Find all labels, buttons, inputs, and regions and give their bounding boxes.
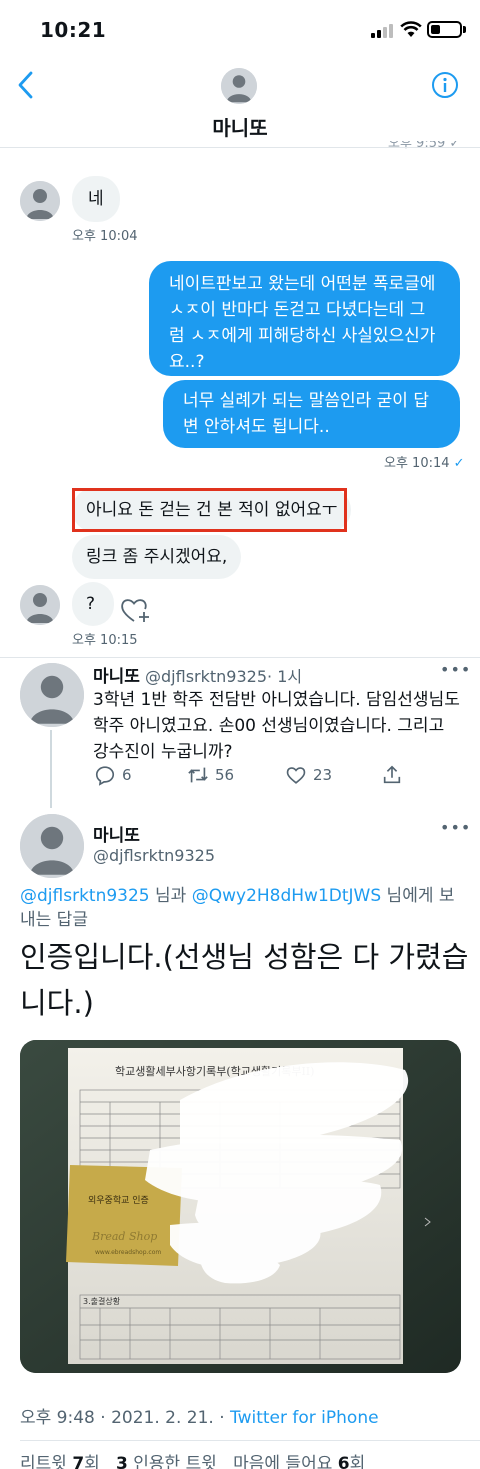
status-bar: 10:21 xyxy=(0,0,480,58)
message-bubble-incoming[interactable]: ? xyxy=(72,582,114,626)
quote-tweets-stat[interactable]: 3 인용한 트윗 xyxy=(116,1454,217,1469)
cellular-signal-icon xyxy=(371,24,395,38)
tweet-author-name[interactable]: 마니또 xyxy=(93,667,140,687)
doc-section-label: 3.출결상황 xyxy=(83,1296,121,1306)
conversation-title: 마니또 xyxy=(212,116,268,140)
message-bubble-outgoing[interactable]: 너무 실례가 되는 말씀인라 굳이 답변 안하셔도 됩니다.. xyxy=(163,380,460,448)
sticky-note-text: 외우중학교 인증 xyxy=(88,1194,149,1206)
add-reaction-icon[interactable] xyxy=(119,595,151,625)
retweets-stat[interactable]: 리트윗 7회 xyxy=(20,1454,100,1469)
retweet-count: 56 xyxy=(215,766,235,784)
highlight-annotation xyxy=(72,488,347,532)
more-options-icon[interactable]: ••• xyxy=(440,818,471,837)
tweet-timestamp: 오후 9:48 · 2021. 2. 21. · xyxy=(20,1408,231,1428)
message-timestamp: 오후 10:14 ✓ xyxy=(384,456,465,471)
battery-tip xyxy=(463,26,466,33)
sticky-note-url: www.ebreadshop.com xyxy=(95,1249,161,1256)
info-icon[interactable] xyxy=(431,71,459,99)
message-bubble-incoming[interactable]: 네 xyxy=(72,176,120,222)
wifi-icon xyxy=(400,21,422,37)
like-button[interactable]: 23 xyxy=(285,764,332,786)
footer-divider xyxy=(20,1440,480,1441)
tweet-header: 마니또 @djflsrktn9325· 1시 xyxy=(93,662,302,687)
reply-context: @djflsrktn9325 님과 @Qwy2H8dHw1DtJWS 님에게 보… xyxy=(20,884,460,932)
sender-avatar[interactable] xyxy=(20,181,60,221)
tweet-author-handle[interactable]: @djflsrktn9325 xyxy=(145,667,267,686)
battery-icon xyxy=(427,21,462,38)
tweet-meta: 오후 9:48 · 2021. 2. 21. · Twitter for iPh… xyxy=(20,1403,379,1428)
retweet-icon xyxy=(188,767,208,783)
reply-count: 6 xyxy=(122,766,132,784)
heart-icon xyxy=(286,767,306,784)
share-icon xyxy=(383,765,401,784)
header-avatar[interactable] xyxy=(221,68,257,104)
tweet-text: 3학년 1반 학주 전담반 아니였습니다. 담임선생님도 학주 아니였고요. 손… xyxy=(93,690,460,762)
tweet-author-name[interactable]: 마니또 xyxy=(93,821,140,846)
tweet-time: · 1시 xyxy=(267,667,303,686)
mention-link[interactable]: @djflsrktn9325 xyxy=(20,886,150,906)
message-timestamp: 오후 10:04 xyxy=(72,229,138,244)
retweet-button[interactable]: 56 xyxy=(187,764,234,786)
reply-button[interactable]: 6 xyxy=(94,764,132,786)
sticky-note-brand: Bread Shop xyxy=(91,1230,157,1243)
mention-link[interactable]: @Qwy2H8dHw1DtJWS xyxy=(192,886,381,906)
tweet-photo[interactable]: 학교생활세부사항기록부(학교생활기록부II) 3.출결상황 외우중학교 인증 B… xyxy=(20,1040,461,1373)
like-count: 23 xyxy=(313,766,333,784)
tweet-avatar[interactable] xyxy=(20,814,84,878)
message-bubble-incoming[interactable]: 링크 좀 주시겠어요, xyxy=(72,535,242,579)
sender-avatar[interactable] xyxy=(20,585,60,625)
message-bubble-outgoing[interactable]: 네이트판보고 왔는데 어떤분 폭로글에 ㅅㅈ이 반마다 돈걷고 다녔다는데 그럼… xyxy=(149,261,460,376)
share-button[interactable] xyxy=(381,764,409,786)
reply-context-text: 님과 xyxy=(149,886,192,906)
more-options-icon[interactable]: ••• xyxy=(440,660,471,679)
tweet-avatar[interactable] xyxy=(20,663,84,727)
header-divider xyxy=(0,147,480,148)
tweet-text: 인증입니다.(선생님 성함은 다 가렸습니다.) xyxy=(20,940,469,1020)
reply-icon xyxy=(95,766,115,786)
back-chevron-icon[interactable] xyxy=(14,70,38,100)
status-time: 10:21 xyxy=(40,18,107,42)
message-timestamp: 오후 10:15 xyxy=(72,633,138,648)
tweet-author-handle[interactable]: @djflsrktn9325 xyxy=(93,846,215,865)
tweet-source-link[interactable]: Twitter for iPhone xyxy=(230,1408,379,1428)
thread-line xyxy=(50,730,52,808)
likes-stat[interactable]: 마음에 들어요 6회 xyxy=(233,1454,365,1469)
tweet-stats: 리트윗 7회 3 인용한 트윗 마음에 들어요 6회 xyxy=(20,1449,365,1469)
photo-content: 학교생활세부사항기록부(학교생활기록부II) 3.출결상황 외우중학교 인증 B… xyxy=(20,1040,461,1373)
section-divider xyxy=(0,657,480,658)
read-check-icon: ✓ xyxy=(453,456,465,471)
